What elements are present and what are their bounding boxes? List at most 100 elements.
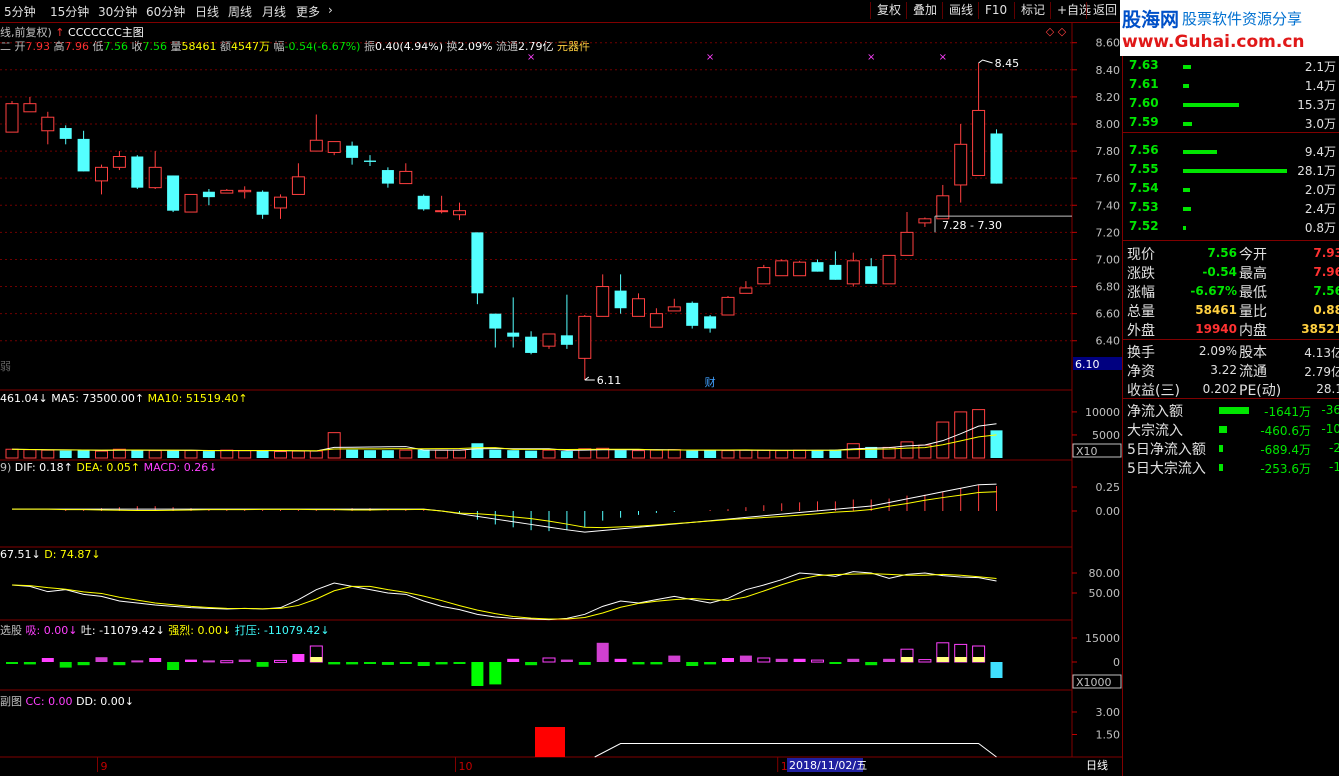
quote2-value: 2.09% <box>1198 344 1237 358</box>
candle-body <box>721 296 735 316</box>
kline-chart[interactable]: 8.60 8.40 8.20 8.00 7.80 7.60 7.40 7.20 7.00 6.80… <box>0 0 1122 776</box>
flow-bar <box>578 662 591 665</box>
volume-tick-label: 10000 <box>1085 406 1120 419</box>
logo-brand: 股海网 <box>1122 9 1180 31</box>
quote2-label-2: PE(动) <box>1239 383 1282 399</box>
orderbook-row[interactable]: 7.59 3.0万 <box>1126 113 1339 133</box>
fund-flow-row: 5日净流入额 -689.4万 -2 <box>1127 439 1339 458</box>
event-marker: × <box>867 52 875 63</box>
candle-body <box>202 191 215 198</box>
quote2-value-2: 4.13亿 <box>1304 346 1339 360</box>
candle-body <box>775 260 789 277</box>
candle-body <box>41 116 55 132</box>
orderbook-row[interactable]: 7.54 2.0万 <box>1126 179 1339 199</box>
quote-label-2: 今开 <box>1239 247 1267 263</box>
flow-value: -460.6万 <box>1260 424 1311 438</box>
quote-row: 涨幅 -6.67% 最低 7.56 <box>1127 282 1339 301</box>
volume-bar <box>453 449 466 459</box>
quote-label: 涨跌 <box>1127 266 1155 282</box>
price-tick-label: 6.80 <box>1096 281 1121 294</box>
vol-ma10: MA10: 51519.40↑ <box>147 392 248 405</box>
flow-bar <box>686 662 699 666</box>
candle-body <box>274 196 287 209</box>
orderbook-row[interactable]: 7.61 1.4万 <box>1126 75 1339 95</box>
orderbook-row[interactable]: 7.60 15.3万 <box>1126 94 1339 114</box>
orderbook-price: 7.59 <box>1129 115 1159 129</box>
low-label: 6.11 <box>597 374 622 387</box>
candle-body <box>435 210 449 213</box>
quote-label-2: 最高 <box>1239 266 1267 282</box>
orderbook-row[interactable]: 7.52 0.8万 <box>1126 217 1339 237</box>
quote-value: -6.67% <box>1190 284 1237 298</box>
quote-label-2: 量比 <box>1239 304 1267 320</box>
candle-body <box>364 160 376 162</box>
orderbook-bar <box>1183 169 1287 173</box>
flow-bar <box>435 662 448 665</box>
orderbook-row[interactable]: 7.63 2.1万 <box>1126 56 1339 76</box>
signal-cc: CC: 0.00 <box>25 695 73 708</box>
volume-bar <box>291 450 305 459</box>
candle-body <box>471 232 484 294</box>
flow-bar <box>560 659 573 662</box>
orderbook-row[interactable]: 7.53 2.4万 <box>1126 198 1339 218</box>
month-label: 10 <box>459 760 473 773</box>
orderbook-row[interactable]: 7.56 9.4万 <box>1126 141 1339 161</box>
candle-body <box>59 128 72 139</box>
low-marker <box>584 376 595 381</box>
volume-bar <box>346 449 359 458</box>
quote2-value: 3.22 <box>1210 363 1237 377</box>
volume-bar <box>829 449 842 458</box>
selected-date-label: 2018/11/02/五 <box>789 759 867 772</box>
volume-bar <box>649 449 663 459</box>
guhai-logo: 股海网 股票软件资源分享 www.Guhai.com.cn <box>1120 0 1339 56</box>
flow-bar <box>668 655 681 662</box>
orderbook-row[interactable]: 7.55 28.1万 <box>1126 160 1339 180</box>
flow-unit-label: X1000 <box>1076 676 1112 689</box>
diamond-icon: ◇ <box>1046 25 1055 38</box>
volume-bar <box>364 450 376 458</box>
volume-labels: 461.04↓ MA5: 73500.00↑ MA10: 51519.40↑ <box>0 392 248 405</box>
flow-bar-indicator <box>1219 464 1223 471</box>
candle-body <box>381 170 394 184</box>
orderbook-price: 7.61 <box>1129 77 1159 91</box>
macd-param: 9) <box>0 461 12 474</box>
volume-bar <box>739 449 753 459</box>
orderbook-bar <box>1183 207 1191 211</box>
candle-body <box>739 287 753 294</box>
volume-bar <box>435 449 449 459</box>
flow-bar <box>399 662 412 664</box>
volume-bar <box>686 450 699 458</box>
fund-flow-row: 大宗流入 -460.6万 -10 <box>1127 420 1339 439</box>
panel-separator <box>1123 240 1339 241</box>
flow-bar <box>596 642 609 662</box>
price-tick-label: 7.80 <box>1096 145 1121 158</box>
signal-name: 副图 <box>0 695 22 708</box>
flow-label: 5日大宗流入 <box>1127 461 1206 477</box>
kdj-tick-label: 80.00 <box>1089 567 1121 580</box>
flow-bar <box>220 660 234 664</box>
quote2-label: 换手 <box>1127 345 1155 361</box>
event-marker: × <box>527 52 535 63</box>
flow-bar <box>471 662 484 686</box>
signal-line <box>594 743 997 758</box>
volume-bar <box>184 450 198 459</box>
volume-bar <box>542 449 556 459</box>
candle-body <box>596 286 610 317</box>
macd-value: MACD: 0.26↓ <box>143 461 218 474</box>
price-tick-label: 8.20 <box>1096 91 1121 104</box>
flow-bar <box>883 658 896 662</box>
orderbook-qty: 2.1万 <box>1304 60 1336 74</box>
flow-bar <box>23 662 36 665</box>
orderbook-bar <box>1183 122 1192 126</box>
orderbook-price: 7.53 <box>1129 200 1159 214</box>
panel-separator <box>1123 132 1339 133</box>
quote-row-2: 换手 2.09% 股本 4.13亿 <box>1127 342 1339 361</box>
volume-bar <box>471 443 484 458</box>
price-tick-label: 6.60 <box>1096 308 1121 321</box>
kdj-d-line <box>11 573 997 620</box>
volume-bar <box>507 450 520 458</box>
logo-url: www.Guhai.com.cn <box>1122 32 1305 52</box>
candle-body <box>936 195 950 220</box>
quote-value: 7.56 <box>1207 246 1237 260</box>
quote-panel: 7.63 2.1万 7.61 1.4万 7.60 15.3万 7.59 3.0万 7.56 9.4… <box>1122 56 1339 776</box>
